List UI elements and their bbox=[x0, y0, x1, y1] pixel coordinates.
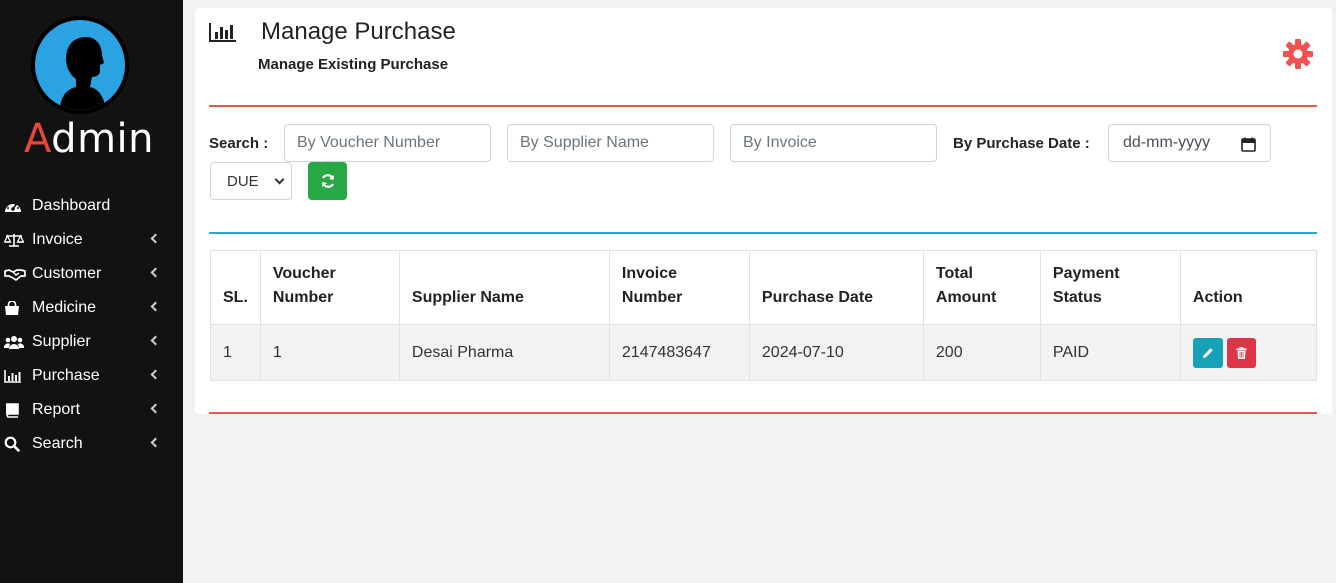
header-divider bbox=[209, 105, 1317, 107]
sidebar-item-label: Customer bbox=[32, 265, 102, 282]
users-icon bbox=[4, 334, 26, 350]
col-header-amount: Total Amount bbox=[922, 250, 1041, 325]
sidebar-item-purchase[interactable]: Purchase bbox=[0, 359, 183, 393]
sidebar: Admin Dashboard Invoice Customer Medicin… bbox=[0, 0, 183, 583]
chevron-left-icon bbox=[150, 403, 161, 414]
chevron-left-icon bbox=[150, 335, 161, 346]
gear-icon[interactable] bbox=[1282, 38, 1314, 70]
cell-voucher: 1 bbox=[259, 324, 400, 381]
sidebar-item-label: Dashboard bbox=[32, 197, 111, 214]
sidebar-item-label: Invoice bbox=[32, 231, 83, 248]
page-subtitle: Manage Existing Purchase bbox=[258, 56, 449, 73]
sidebar-item-supplier[interactable]: Supplier bbox=[0, 325, 183, 359]
brand-first-letter: A bbox=[24, 116, 52, 162]
shopping-bag-icon bbox=[4, 300, 26, 316]
cell-supplier: Desai Pharma bbox=[398, 324, 610, 381]
brand-logo: Admin bbox=[24, 116, 154, 162]
supplier-search-input[interactable] bbox=[507, 124, 714, 162]
invoice-search-input[interactable] bbox=[730, 124, 937, 162]
refresh-button[interactable] bbox=[308, 162, 347, 200]
sidebar-item-label: Search bbox=[32, 435, 83, 452]
handshake-icon bbox=[4, 266, 26, 282]
col-header-status: Payment Status bbox=[1039, 250, 1181, 325]
search-icon bbox=[4, 436, 26, 452]
footer-divider bbox=[209, 412, 1317, 414]
cell-status: PAID bbox=[1039, 324, 1181, 381]
chevron-down-icon bbox=[274, 174, 285, 185]
purchase-date-label: By Purchase Date : bbox=[953, 135, 1090, 152]
chevron-left-icon bbox=[150, 267, 161, 278]
chevron-left-icon bbox=[150, 301, 161, 312]
cell-action bbox=[1179, 324, 1318, 381]
sidebar-item-label: Medicine bbox=[32, 299, 97, 316]
brand-rest: dmin bbox=[51, 116, 154, 162]
sidebar-item-medicine[interactable]: Medicine bbox=[0, 291, 183, 325]
sidebar-item-dashboard[interactable]: Dashboard bbox=[0, 189, 183, 223]
avatar bbox=[30, 15, 130, 115]
cell-invoice: 2147483647 bbox=[608, 324, 750, 381]
chevron-left-icon bbox=[150, 369, 161, 380]
payment-status-select[interactable]: DUE bbox=[210, 162, 292, 200]
main-card: Manage Purchase Manage Existing Purchase… bbox=[195, 8, 1332, 414]
chevron-left-icon bbox=[150, 437, 161, 448]
sidebar-item-label: Purchase bbox=[32, 367, 100, 384]
table-header-row: SL. Voucher Number Supplier Name Invoice… bbox=[210, 250, 1318, 325]
sidebar-item-invoice[interactable]: Invoice bbox=[0, 223, 183, 257]
col-header-action: Action bbox=[1179, 250, 1318, 325]
sidebar-item-label: Supplier bbox=[32, 333, 91, 350]
bar-chart-icon bbox=[209, 22, 237, 47]
delete-button[interactable] bbox=[1226, 337, 1256, 368]
sidebar-nav: Dashboard Invoice Customer Medicine Supp… bbox=[0, 189, 183, 461]
edit-button[interactable] bbox=[1192, 337, 1223, 368]
trash-icon bbox=[1236, 346, 1247, 359]
col-header-invoice: Invoice Number bbox=[608, 250, 750, 325]
cell-date: 2024-07-10 bbox=[748, 324, 924, 381]
col-header-sl: SL. bbox=[210, 250, 261, 325]
sidebar-item-customer[interactable]: Customer bbox=[0, 257, 183, 291]
col-header-date: Purchase Date bbox=[748, 250, 924, 325]
col-header-voucher: Voucher Number bbox=[259, 250, 400, 325]
refresh-icon bbox=[321, 174, 334, 188]
col-header-supplier: Supplier Name bbox=[398, 250, 610, 325]
table-row: 1 1 Desai Pharma 2147483647 2024-07-10 2… bbox=[210, 324, 1318, 381]
sidebar-item-search[interactable]: Search bbox=[0, 427, 183, 461]
voucher-search-input[interactable] bbox=[284, 124, 491, 162]
purchase-table: SL. Voucher Number Supplier Name Invoice… bbox=[210, 250, 1318, 381]
avatar-icon bbox=[31, 16, 129, 114]
sidebar-item-label: Report bbox=[32, 401, 81, 418]
cell-sl: 1 bbox=[210, 324, 261, 381]
date-placeholder: dd-mm-yyyy bbox=[1123, 134, 1211, 151]
bar-chart-icon bbox=[4, 368, 26, 384]
payment-status-selected: DUE bbox=[227, 172, 259, 190]
dashboard-icon bbox=[4, 198, 26, 214]
purchase-date-input[interactable]: dd-mm-yyyy bbox=[1108, 124, 1271, 162]
calendar-icon[interactable] bbox=[1241, 137, 1256, 157]
chevron-left-icon bbox=[150, 233, 161, 244]
page-title: Manage Purchase bbox=[261, 18, 456, 45]
search-label: Search : bbox=[209, 135, 269, 152]
pencil-icon bbox=[1202, 347, 1213, 358]
book-icon bbox=[4, 402, 26, 418]
cell-amount: 200 bbox=[922, 324, 1041, 381]
sidebar-item-report[interactable]: Report bbox=[0, 393, 183, 427]
filter-divider bbox=[209, 232, 1317, 234]
balance-scale-icon bbox=[4, 232, 26, 248]
